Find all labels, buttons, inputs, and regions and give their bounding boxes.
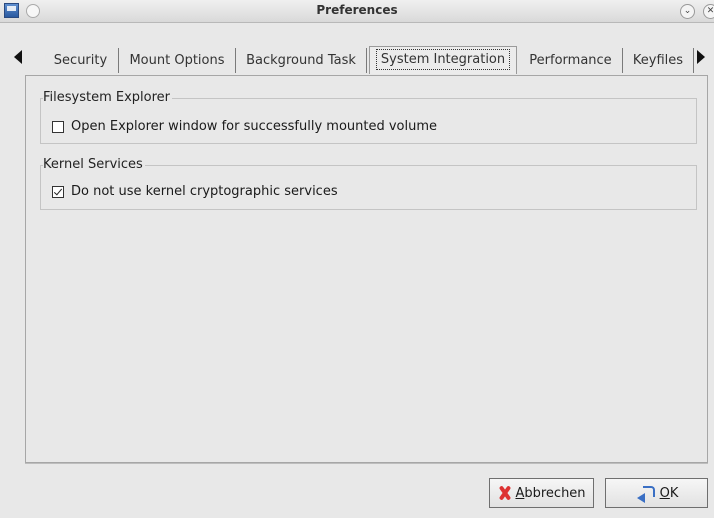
title-bar[interactable]: Preferences ⌄ ✕ [0, 0, 714, 23]
minimize-icon[interactable]: ⌄ [680, 4, 695, 19]
tab-system-integration[interactable]: System Integration [369, 46, 517, 74]
window-title: Preferences [316, 3, 398, 17]
divider [25, 463, 708, 464]
cancel-label: Abbrechen [515, 485, 586, 501]
tab-bar: Security Mount Options Background Task S… [0, 45, 714, 75]
tab-keyfiles[interactable]: Keyfiles [623, 48, 694, 73]
group-title: Kernel Services [43, 157, 145, 172]
ok-enter-icon [635, 486, 657, 503]
tab-label: Mount Options [129, 53, 225, 68]
tab-label: Performance [529, 53, 612, 68]
tab-label: System Integration [375, 49, 511, 70]
cancel-icon [497, 485, 511, 501]
kernel-crypto-checkbox[interactable] [52, 185, 64, 198]
tab-performance[interactable]: Performance [519, 48, 623, 73]
kernel-services-group: Kernel Services Do not use kernel crypto… [40, 157, 697, 210]
open-explorer-label[interactable]: Open Explorer window for successfully mo… [71, 119, 437, 134]
ok-label: OK [659, 485, 679, 501]
tab-label: Background Task [246, 53, 356, 68]
tab-background-task[interactable]: Background Task [236, 48, 367, 73]
open-explorer-option[interactable]: Open Explorer window for successfully mo… [52, 119, 437, 134]
tab-scroll-left-icon[interactable] [14, 50, 22, 64]
kernel-crypto-label[interactable]: Do not use kernel cryptographic services [71, 184, 338, 199]
tab-security[interactable]: Security [43, 48, 119, 73]
tab-label: Security [53, 53, 108, 68]
kernel-crypto-option[interactable]: Do not use kernel cryptographic services [52, 184, 338, 199]
tab-panel-system-integration: Filesystem Explorer Open Explorer window… [25, 75, 708, 463]
tab-label: Keyfiles [632, 53, 684, 68]
group-title: Filesystem Explorer [43, 90, 173, 105]
cancel-button[interactable]: Abbrechen [489, 478, 594, 508]
filesystem-explorer-group: Filesystem Explorer Open Explorer window… [40, 90, 697, 144]
tab-scroll-right-icon[interactable] [697, 50, 705, 64]
open-explorer-checkbox[interactable] [52, 120, 64, 133]
ok-button[interactable]: OK [605, 478, 708, 508]
tab-mount-options[interactable]: Mount Options [119, 48, 236, 73]
close-icon[interactable]: ✕ [703, 4, 714, 19]
